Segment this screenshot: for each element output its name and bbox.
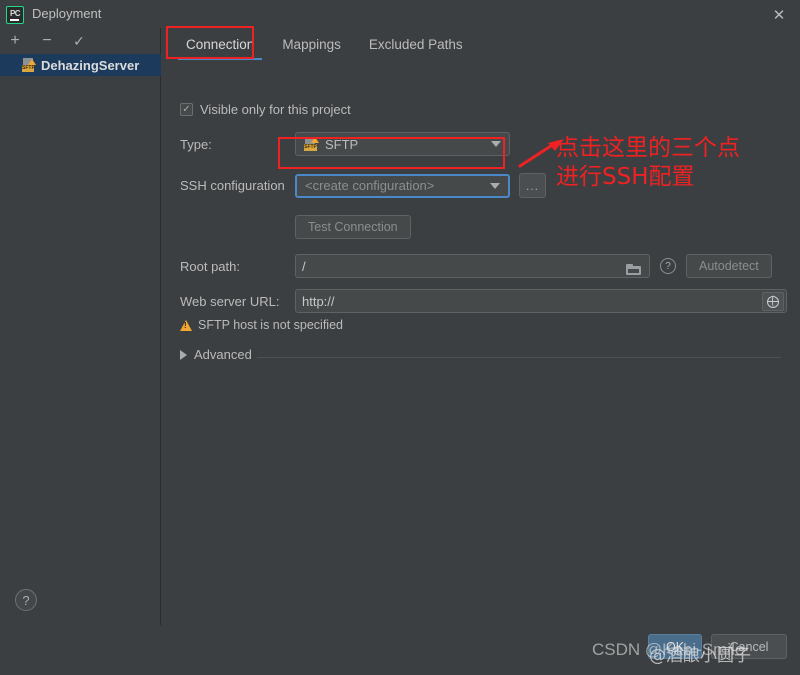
autodetect-button[interactable]: Autodetect bbox=[686, 254, 772, 278]
connection-form: ✓ Visible only for this project Type: SF… bbox=[162, 60, 800, 625]
root-path-help-icon[interactable]: ? bbox=[660, 258, 676, 274]
tab-connection[interactable]: Connection bbox=[172, 28, 268, 60]
ok-button[interactable]: OK bbox=[648, 634, 702, 659]
ssh-configuration-browse-button[interactable]: ... bbox=[519, 173, 546, 198]
chevron-right-icon[interactable] bbox=[180, 349, 187, 360]
server-name-label: DehazingServer bbox=[41, 57, 140, 73]
web-server-url-label: Web server URL: bbox=[180, 293, 280, 309]
add-server-button[interactable]: + bbox=[6, 32, 24, 50]
deployment-dialog: PC Deployment ✕ + − ✓ SFTP DehazingServe… bbox=[0, 0, 800, 675]
type-select-value: SFTP bbox=[325, 136, 359, 152]
set-default-server-button[interactable]: ✓ bbox=[70, 32, 88, 50]
sftp-type-icon: SFTP bbox=[304, 137, 319, 151]
warning-text: SFTP host is not specified bbox=[198, 318, 343, 332]
root-path-input[interactable]: / bbox=[295, 254, 650, 278]
root-path-row: Root path: / ? Autodetect bbox=[180, 254, 772, 278]
pycharm-logo-icon: PC bbox=[6, 6, 24, 24]
test-connection-button[interactable]: Test Connection bbox=[295, 215, 411, 239]
type-select[interactable]: SFTP SFTP bbox=[295, 132, 510, 156]
visible-only-label: Visible only for this project bbox=[200, 102, 351, 117]
type-label: Type: bbox=[180, 136, 212, 152]
connection-panel: Connection Mappings Excluded Paths ✓ Vis… bbox=[162, 28, 800, 625]
chevron-down-icon bbox=[490, 182, 500, 189]
chevron-down-icon bbox=[491, 141, 501, 147]
visible-only-checkbox[interactable]: ✓ bbox=[180, 103, 193, 116]
ssh-configuration-value: <create configuration> bbox=[305, 178, 435, 193]
title-bar: PC Deployment ✕ bbox=[0, 0, 800, 28]
remove-server-button[interactable]: − bbox=[38, 32, 56, 50]
sftp-server-icon: SFTP bbox=[22, 58, 36, 72]
ssh-configuration-row: SSH configuration <create configuration>… bbox=[180, 173, 546, 198]
tab-bar: Connection Mappings Excluded Paths bbox=[162, 28, 800, 60]
list-item[interactable]: SFTP DehazingServer bbox=[0, 54, 161, 76]
help-button[interactable]: ? bbox=[15, 589, 37, 611]
cancel-button[interactable]: Cancel bbox=[711, 634, 787, 659]
globe-icon[interactable] bbox=[762, 292, 784, 311]
validation-warning: SFTP host is not specified bbox=[180, 318, 343, 332]
visible-only-row: ✓ Visible only for this project bbox=[180, 102, 351, 117]
web-server-url-input[interactable]: http:// bbox=[295, 289, 787, 313]
root-path-label: Root path: bbox=[180, 258, 240, 274]
tab-excluded-paths[interactable]: Excluded Paths bbox=[355, 28, 477, 60]
type-row: Type: SFTP SFTP bbox=[180, 132, 510, 156]
web-server-url-row: Web server URL: http:// bbox=[180, 289, 787, 313]
ssh-configuration-select[interactable]: <create configuration> bbox=[295, 173, 510, 198]
advanced-label: Advanced bbox=[194, 347, 252, 362]
sftp-type-icon-tag: SFTP bbox=[304, 144, 317, 151]
close-icon[interactable]: ✕ bbox=[768, 5, 790, 25]
web-server-url-value: http:// bbox=[302, 293, 335, 309]
window-title: Deployment bbox=[32, 6, 102, 21]
server-list-panel: + − ✓ SFTP DehazingServer ? bbox=[0, 28, 161, 625]
warning-triangle-icon bbox=[180, 319, 192, 331]
ssh-configuration-label: SSH configuration bbox=[180, 178, 285, 193]
folder-icon[interactable] bbox=[621, 258, 645, 280]
advanced-divider bbox=[257, 357, 781, 358]
root-path-value: / bbox=[302, 258, 306, 274]
sftp-icon-tag: SFTP bbox=[22, 65, 35, 72]
test-connection-row: Test Connection bbox=[295, 215, 411, 239]
server-list-toolbar: + − ✓ bbox=[0, 28, 161, 54]
advanced-section-toggle[interactable]: Advanced bbox=[180, 347, 252, 362]
tab-mappings[interactable]: Mappings bbox=[268, 28, 355, 60]
